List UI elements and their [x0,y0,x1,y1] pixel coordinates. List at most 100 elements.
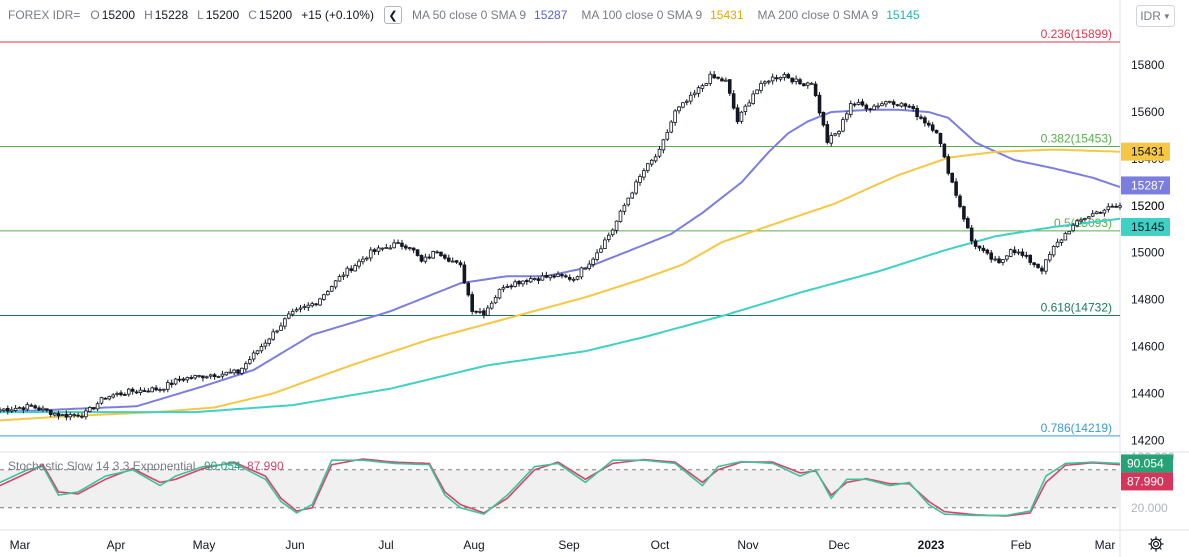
candle-body [267,338,272,344]
candle [587,260,592,271]
candle [700,83,705,92]
candle [126,387,131,397]
candle-body [134,391,139,394]
candle [60,413,65,417]
candle [427,254,432,260]
candle-body [731,93,736,109]
candle [220,370,225,379]
candle-body [606,234,611,240]
candle-body [876,105,880,108]
candle [99,396,104,405]
candle [283,317,287,330]
candle-body [1059,239,1064,243]
candle-body [52,412,57,416]
candle-body [415,249,420,256]
ma200-price-badge: 15145 [1131,220,1165,234]
candle-body [521,280,525,285]
candle [259,343,264,354]
candle-body [868,108,873,111]
candle-body [661,139,666,151]
gear-icon[interactable] [1147,535,1165,553]
candle [443,253,447,260]
candle-body [13,407,18,411]
candle [501,284,506,293]
candle [763,80,767,87]
candle [790,77,794,85]
candle-body [720,78,724,82]
candle-body [930,124,935,131]
candle [513,279,517,288]
candle-body [33,405,37,409]
candle-body [926,122,931,126]
candle [1090,210,1095,218]
candle-body [283,318,287,327]
candle-body [1114,205,1118,208]
candle-body [345,267,350,276]
candle-body [571,278,576,281]
candle [91,406,96,411]
candle-body [427,256,432,259]
candle-body [341,274,346,277]
candle-body [891,101,896,105]
candle-body [2,408,6,411]
candle [876,102,880,109]
candle [575,275,580,281]
candle [681,102,685,109]
candle-body [446,257,451,262]
candle [626,197,631,207]
candle [989,249,994,263]
candle [1067,230,1072,235]
candle-body [72,414,76,416]
chart-canvas[interactable]: 0.236(15899)0.382(15453)0.5(15093)0.618(… [0,0,1189,557]
candle [692,89,697,98]
candle [599,245,603,254]
candle-body [938,132,943,144]
candle [431,250,435,259]
candle [376,245,381,255]
candle [509,283,514,290]
candle-body [376,247,381,252]
candle-body [657,148,662,157]
candle-body [212,374,217,378]
candle-body [743,105,748,112]
candle [357,258,361,269]
fib-label-4: 0.786(14219) [1041,421,1112,435]
candle [841,117,845,133]
candle-body [852,103,857,106]
candle-body [688,94,693,102]
candle-body [99,397,104,404]
candle-body [712,74,716,79]
candle-body [544,275,549,278]
candle [255,349,260,356]
candle-body [1094,211,1099,215]
candle [458,260,463,268]
candle [208,373,213,379]
candle [731,90,736,110]
candle-body [583,267,588,270]
candle-body [751,93,755,104]
candle-body [782,73,787,78]
candle [1005,255,1009,262]
x-tick-label: Sep [558,538,580,552]
candle [103,397,108,400]
candle-body [150,387,154,393]
candle [997,255,1001,264]
candle-body [326,291,330,296]
candle [770,73,775,85]
candle [302,303,307,311]
candle-body [388,247,393,250]
candle [735,104,740,124]
candle-body [860,101,865,106]
candle [872,103,876,111]
candle-body [704,83,709,86]
candle-body [884,101,888,105]
candle-body [372,249,377,253]
candle [380,247,385,252]
candle-body [76,414,80,417]
candle [298,305,303,313]
candle [95,401,100,412]
candle-body [766,80,771,83]
candle [181,377,186,382]
candle [1086,215,1091,219]
candle [618,209,623,223]
